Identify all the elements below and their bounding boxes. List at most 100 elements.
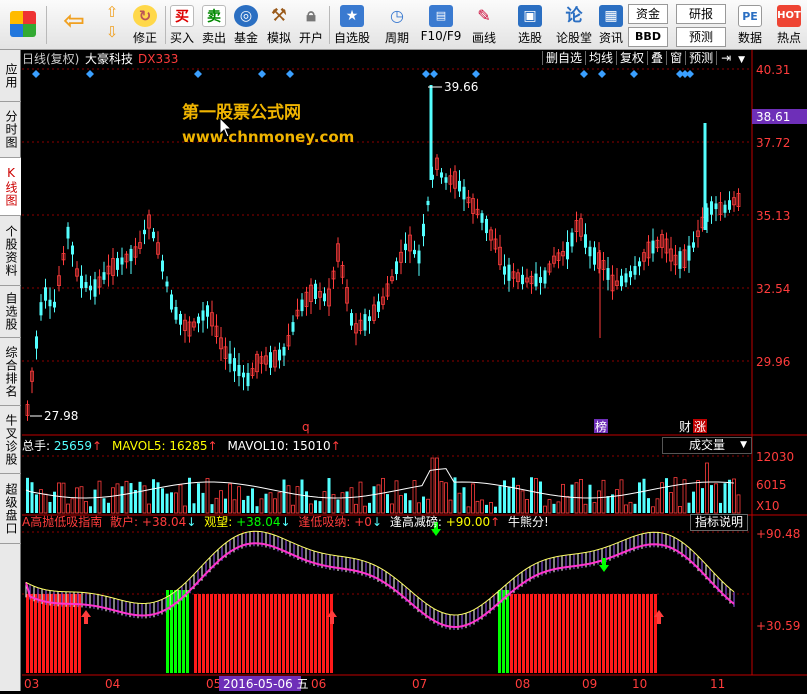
indicator-bar-red bbox=[618, 594, 621, 673]
indicator-bar-red bbox=[562, 594, 565, 673]
volume-bar-down bbox=[512, 477, 515, 513]
indicator-bar-red bbox=[262, 594, 265, 673]
remove-watchlist-button[interactable]: 删自选 bbox=[542, 51, 586, 65]
sidebar-item-watchlist[interactable]: 自选股 bbox=[0, 286, 21, 338]
indicator-bar-red bbox=[526, 594, 529, 673]
volume-bar-down bbox=[336, 499, 340, 513]
sell-button[interactable]: 卖 卖出 bbox=[199, 2, 229, 48]
sell-label: 卖出 bbox=[201, 31, 226, 45]
candle-down bbox=[323, 293, 326, 302]
indicator-bar-red bbox=[306, 594, 309, 673]
news-button[interactable]: ▦ 资讯 bbox=[596, 2, 626, 48]
volume-bar-down bbox=[498, 486, 502, 513]
indicator-bar-red bbox=[586, 594, 589, 673]
volume-bar-down bbox=[152, 479, 155, 513]
indicator-bar-red bbox=[538, 594, 541, 673]
indicator-bar-red bbox=[614, 594, 617, 673]
kline-svg[interactable]: 日线(复权) 大豪科技 DX333 第一股票公式网 www.chnmoney.c… bbox=[22, 50, 807, 691]
sidebar-item-profile[interactable]: 个股资料 bbox=[0, 216, 21, 286]
indicator-bar-red bbox=[270, 594, 273, 673]
simulate-label: 模拟 bbox=[266, 31, 291, 45]
ma-button[interactable]: 均线 bbox=[585, 51, 617, 65]
indicator-axis-label-1: +90.48 bbox=[756, 527, 800, 541]
buy-button[interactable]: 买 买入 bbox=[167, 2, 197, 48]
candle-down bbox=[116, 258, 119, 270]
forum-button[interactable]: 论 论股堂 bbox=[554, 2, 594, 48]
candle-down bbox=[89, 285, 92, 291]
chart-area[interactable]: 日线(复权) 大豪科技 DX333 第一股票公式网 www.chnmoney.c… bbox=[22, 50, 807, 691]
hot-button[interactable]: HOT 热点 bbox=[772, 2, 806, 48]
research-button[interactable]: 研报 预测 bbox=[676, 4, 726, 50]
volume-bar-down bbox=[692, 491, 695, 513]
candle-down bbox=[228, 353, 232, 364]
fund-button[interactable]: ◎ 基金 bbox=[231, 2, 261, 48]
volume-bar-down bbox=[48, 501, 52, 513]
volume-bar-down bbox=[687, 502, 691, 513]
volume-bar-down bbox=[701, 488, 704, 513]
data-button[interactable]: PE 数据 bbox=[732, 2, 768, 48]
candle-down bbox=[728, 200, 731, 210]
indicator-bar-red bbox=[302, 594, 305, 673]
indicator-bar-green bbox=[506, 590, 509, 673]
window-button[interactable]: 窗 bbox=[666, 51, 686, 65]
chevron-down-icon[interactable]: ▼ bbox=[735, 55, 748, 65]
indicator-bar-red bbox=[522, 594, 525, 673]
watchlist-button[interactable]: ★ 自选股 bbox=[331, 2, 373, 48]
date-label: 03 bbox=[24, 677, 39, 691]
overlay-button[interactable]: 叠 bbox=[647, 51, 667, 65]
candle-down bbox=[35, 336, 38, 349]
indicator-bar-red bbox=[242, 594, 245, 673]
sidebar-item-apps[interactable]: 应用 bbox=[0, 50, 21, 102]
q-marker: q bbox=[302, 420, 310, 434]
sidebar-item-kline[interactable]: K线图 bbox=[0, 158, 21, 216]
indicator-bar-red bbox=[210, 594, 213, 673]
candle-down bbox=[417, 250, 421, 264]
adjust-button[interactable]: 复权 bbox=[616, 51, 648, 65]
cai-marker[interactable]: 财 bbox=[679, 420, 691, 434]
sidebar-item-intraday[interactable]: 分时图 bbox=[0, 102, 21, 158]
hot-label: 热点 bbox=[776, 31, 801, 45]
candle-down bbox=[404, 243, 407, 251]
sidebar-item-ranking[interactable]: 综合排名 bbox=[0, 338, 21, 406]
indicator-bar-red bbox=[290, 594, 293, 673]
forecast-label[interactable]: 预测 bbox=[676, 27, 726, 47]
period-button[interactable]: ◷ 周期 bbox=[377, 2, 417, 48]
app-grid-button[interactable] bbox=[4, 2, 42, 48]
indicator-explain-button[interactable]: 指标说明 bbox=[690, 514, 749, 531]
candle-down bbox=[237, 364, 241, 377]
indicator-bar-green bbox=[182, 590, 185, 673]
candle-down bbox=[507, 264, 511, 281]
indicator-bar-red bbox=[294, 594, 297, 673]
candle-down bbox=[93, 279, 97, 297]
volume-bar-down bbox=[26, 477, 29, 513]
candle-down bbox=[687, 245, 691, 261]
forecast-button[interactable]: 预测 bbox=[685, 51, 717, 65]
refresh-button[interactable]: ↻ 修正 bbox=[128, 2, 162, 48]
indicator-bar-red bbox=[194, 594, 197, 673]
bbd-label[interactable]: BBD bbox=[628, 27, 668, 47]
back-button[interactable]: ⇦ bbox=[56, 2, 92, 48]
indicator-bar-red bbox=[630, 594, 633, 673]
stock-screen-button[interactable]: ▣ 选股 bbox=[510, 2, 550, 48]
indicator-bar-green bbox=[186, 590, 189, 673]
fund-flow-button[interactable]: 资金 BBD bbox=[628, 4, 668, 50]
watchlist-label: 自选股 bbox=[333, 31, 370, 45]
sidebar-item-orderbook[interactable]: 超级盘口 bbox=[0, 474, 21, 544]
volume-dropdown[interactable]: 成交量 ▼ bbox=[662, 437, 752, 454]
f10-button[interactable]: ▤ F10/F9 bbox=[419, 2, 463, 48]
sidebar-item-diagnosis[interactable]: 牛叉诊股 bbox=[0, 406, 21, 474]
indicator-bar-red bbox=[42, 594, 45, 673]
up-down-button[interactable]: ⇧ ⇩ bbox=[98, 2, 126, 48]
zhang-marker[interactable]: 涨 bbox=[694, 419, 706, 434]
candle-down bbox=[368, 316, 371, 322]
volume-bar-down bbox=[161, 488, 164, 513]
indicator-bar-red bbox=[558, 594, 561, 673]
draw-line-button[interactable]: ✎ 画线 bbox=[466, 2, 502, 48]
expand-icon[interactable]: ⇥ bbox=[716, 51, 736, 65]
candle-down bbox=[165, 281, 169, 287]
indicator-bar-red bbox=[582, 594, 585, 673]
simulate-button[interactable]: ⚒ 模拟 bbox=[264, 2, 294, 48]
main-toolbar: ⇦ ⇧ ⇩ ↻ 修正 买 买入 卖 卖出 ◎ 基金 ⚒ 模拟 🔒︎ 开户 ★ 自… bbox=[0, 0, 807, 50]
bang-marker[interactable]: 榜 bbox=[595, 419, 607, 434]
open-account-button[interactable]: 🔒︎ 开户 bbox=[296, 2, 326, 48]
